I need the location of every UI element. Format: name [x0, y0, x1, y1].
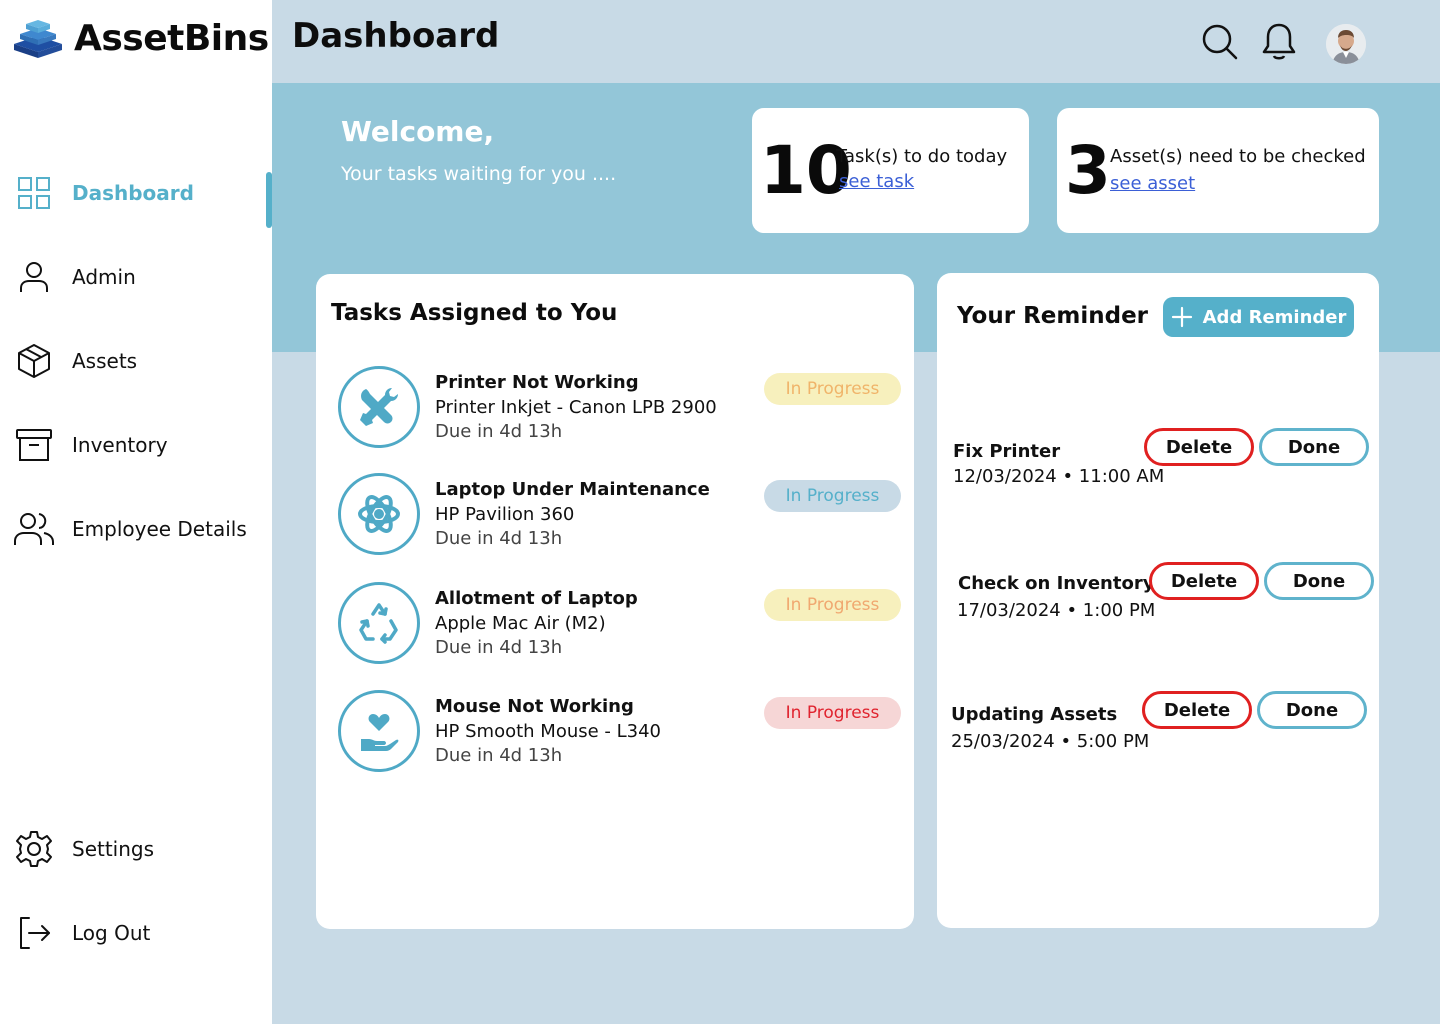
add-reminder-label: Add Reminder — [1202, 306, 1347, 328]
sidebar-item-label: Employee Details — [72, 517, 247, 541]
sidebar-item-inventory[interactable]: Inventory — [14, 417, 272, 473]
task-title: Allotment of Laptop — [435, 588, 638, 609]
sidebar-item-label: Assets — [72, 349, 138, 373]
reminder-title: Fix Printer — [953, 441, 1061, 462]
search-icon[interactable] — [1200, 22, 1240, 62]
assets-check-label: Asset(s) need to be checked — [1110, 146, 1366, 167]
sidebar-item-logout[interactable]: Log Out — [14, 905, 272, 961]
tools-icon — [338, 366, 420, 448]
welcome-heading: Welcome, — [341, 115, 495, 148]
task-due: Due in 4d 13h — [435, 528, 563, 549]
app-logo[interactable]: AssetBins — [12, 16, 269, 60]
task-title: Mouse Not Working — [435, 696, 634, 717]
delete-button[interactable]: Delete — [1142, 691, 1252, 729]
sidebar-item-settings[interactable]: Settings — [14, 821, 272, 877]
task-asset: Printer Inkjet - Canon LPB 2900 — [435, 397, 717, 418]
task-due: Due in 4d 13h — [435, 637, 563, 658]
page-title: Dashboard — [292, 16, 500, 56]
tasks-panel: Tasks Assigned to You Printer Not Workin… — [316, 274, 914, 929]
gear-icon — [14, 829, 54, 869]
logo-stack-icon — [12, 16, 64, 60]
delete-button[interactable]: Delete — [1149, 562, 1259, 600]
done-button[interactable]: Done — [1257, 691, 1367, 729]
atom-icon — [338, 473, 420, 555]
sidebar-item-admin[interactable]: Admin — [14, 249, 272, 305]
delete-button[interactable]: Delete — [1144, 428, 1254, 466]
grid-icon — [14, 173, 54, 213]
task-item[interactable]: Printer Not Working Printer Inkjet - Can… — [338, 366, 903, 450]
reminder-time: 25/03/2024 • 5:00 PM — [951, 731, 1150, 752]
reminder-title: Updating Assets — [951, 704, 1118, 725]
archive-icon — [14, 425, 54, 465]
box-icon — [14, 341, 54, 381]
reminder-panel: Your Reminder Add Reminder Fix Printer 1… — [937, 273, 1379, 928]
avatar[interactable] — [1326, 24, 1366, 64]
task-title: Printer Not Working — [435, 372, 639, 393]
app-name: AssetBins — [74, 17, 269, 59]
done-button[interactable]: Done — [1259, 428, 1369, 466]
sidebar-item-label: Settings — [72, 837, 155, 861]
status-badge: In Progress — [764, 480, 901, 512]
reminder-title: Check on Inventory — [958, 573, 1155, 594]
task-asset: Apple Mac Air (M2) — [435, 613, 606, 634]
reminder-time: 17/03/2024 • 1:00 PM — [957, 600, 1156, 621]
add-reminder-button[interactable]: Add Reminder — [1163, 297, 1354, 337]
tasks-today-label: Task(s) to do today — [836, 146, 1008, 167]
sidebar-item-label: Inventory — [72, 433, 168, 457]
task-item[interactable]: Mouse Not Working HP Smooth Mouse - L340… — [338, 690, 903, 774]
task-title: Laptop Under Maintenance — [435, 479, 710, 500]
assets-count: 3 — [1065, 132, 1111, 209]
hand-heart-icon — [338, 690, 420, 772]
task-item[interactable]: Allotment of Laptop Apple Mac Air (M2) D… — [338, 582, 903, 666]
task-asset: HP Pavilion 360 — [435, 504, 575, 525]
task-due: Due in 4d 13h — [435, 421, 563, 442]
user-icon — [14, 257, 54, 297]
see-asset-link[interactable]: see asset — [1110, 173, 1195, 194]
sidebar-item-label: Log Out — [72, 921, 151, 945]
sidebar-item-label: Admin — [72, 265, 136, 289]
welcome-subtitle: Your tasks waiting for you .... — [341, 163, 617, 185]
reminder-time: 12/03/2024 • 11:00 AM — [953, 466, 1165, 487]
assets-check-card: 3 Asset(s) need to be checked see asset — [1057, 108, 1379, 233]
sidebar-item-dashboard[interactable]: Dashboard — [14, 165, 272, 221]
plus-icon — [1171, 306, 1192, 328]
sidebar-item-assets[interactable]: Assets — [14, 333, 272, 389]
sidebar: AssetBins Dashboard Admin Assets Invento… — [0, 0, 272, 1024]
tasks-panel-title: Tasks Assigned to You — [331, 300, 618, 326]
status-badge: In Progress — [764, 589, 901, 621]
tasks-today-card: 10 Task(s) to do today see task — [752, 108, 1029, 233]
see-task-link[interactable]: see task — [839, 171, 914, 192]
sidebar-item-employee-details[interactable]: Employee Details — [14, 501, 272, 557]
sidebar-item-label: Dashboard — [72, 181, 194, 205]
task-item[interactable]: Laptop Under Maintenance HP Pavilion 360… — [338, 473, 903, 557]
reminder-panel-title: Your Reminder — [957, 303, 1149, 329]
task-due: Due in 4d 13h — [435, 745, 563, 766]
top-bar: Dashboard — [272, 0, 1440, 83]
bell-icon[interactable] — [1259, 22, 1299, 62]
logout-icon — [14, 913, 54, 953]
status-badge: In Progress — [764, 373, 901, 405]
status-badge: In Progress — [764, 697, 901, 729]
task-asset: HP Smooth Mouse - L340 — [435, 721, 662, 742]
recycle-icon — [338, 582, 420, 664]
users-icon — [14, 509, 54, 549]
done-button[interactable]: Done — [1264, 562, 1374, 600]
